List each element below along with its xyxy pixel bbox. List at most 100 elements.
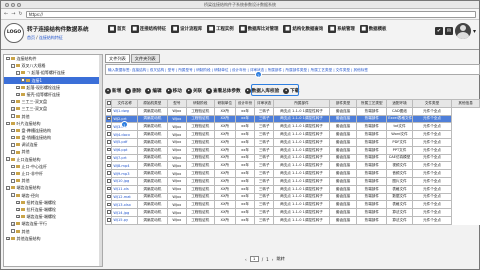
expand-icon[interactable]: + [16, 85, 20, 90]
expand-icon[interactable]: + [11, 222, 15, 226]
nav-item[interactable]: ■ 系统管理 [327, 25, 356, 33]
tree-item[interactable]: - 双叉八大规格 [4, 62, 102, 69]
row-checkbox[interactable] [107, 155, 111, 160]
collapse-icon[interactable]: - [6, 121, 10, 126]
column-header[interactable]: 部件类型 [328, 99, 358, 108]
table-row[interactable]: WJ15.py 涡扇发动机 WJxx 工程验证机 XX所 xx年 三转子 两支点 1-1-0 … [104, 215, 480, 225]
tree-item[interactable]: - 端齿连接结构 [4, 184, 102, 191]
pager-go[interactable]: 跳转 [276, 256, 284, 262]
table-row[interactable]: WJ13.xlsx 涡扇发动机 WJxx 工程验证机 XX所 xx年 三转子 两支点 1-1-… [104, 200, 480, 210]
column-header[interactable]: 文件名称 [111, 99, 138, 108]
file-name-link[interactable]: WJ8.mp4 [111, 161, 138, 171]
tree-item[interactable]: + 拉杆连接-端螺栓 [4, 206, 102, 213]
column-header[interactable]: 原始机类型 [136, 99, 168, 108]
toolbar-button[interactable]: • 查看总体参数 [206, 87, 241, 94]
pager-prev[interactable]: ‹ [245, 257, 247, 262]
refresh-icon[interactable]: ↻ [18, 11, 22, 17]
leaf-icon[interactable] [11, 229, 15, 233]
row-checkbox[interactable] [107, 210, 111, 214]
column-header[interactable]: 适配环境 [386, 99, 413, 108]
column-header[interactable]: 研制阶段 [185, 99, 215, 108]
column-header[interactable]: 型号 [166, 99, 187, 108]
column-header[interactable]: 其他信息 [451, 99, 480, 108]
file-name-link[interactable]: WJ15.py [111, 215, 138, 225]
column-header[interactable]: 所属部件 [273, 99, 330, 108]
url-input[interactable]: https:// [25, 10, 476, 18]
collapse-icon[interactable]: - [6, 157, 10, 161]
min-dot[interactable] [11, 3, 15, 7]
tree-item[interactable]: - 止口连接结构 [4, 156, 102, 163]
table-row[interactable]: WJ9.mp3 涡扇发动机 WJxx 工程验证机 XX所 xx年 三转子 两支点 1-1-0 … [104, 169, 480, 178]
chevron-down-icon[interactable]: ▾ [473, 28, 476, 35]
leaf-icon[interactable] [11, 164, 15, 169]
tree-item[interactable]: - ㄱ 起落-组等螺杆连接 [4, 69, 102, 76]
column-header[interactable]: 研制单位 [213, 99, 236, 108]
file-name-link[interactable]: WJ5.pdf [111, 137, 138, 147]
collapse-icon[interactable]: - [11, 193, 15, 197]
row-checkbox[interactable] [107, 186, 111, 191]
tab-1[interactable]: 文件夹列表 [130, 54, 160, 63]
expand-icon[interactable]: + [11, 99, 15, 104]
table-row[interactable]: WJ12.mat 涡扇发动机 WJxx 工程验证机 XX所 xx年 三转子 两支点 1-1-0… [104, 192, 480, 202]
file-name-link[interactable]: WJ14.jpg [111, 208, 138, 217]
table-row[interactable]: WJ10.jpg 涡扇发动机 WJxx 工程验证机 XX所 xx年 三转子 两支点 1-1-0… [104, 176, 480, 186]
tree-item[interactable]: 其他 [4, 177, 102, 184]
row-checkbox[interactable] [107, 116, 111, 121]
tree-item[interactable]: + 接壳-组等螺杆连接 [4, 91, 102, 98]
tree-item[interactable]: - 连接结构件 [4, 55, 102, 62]
file-name-link[interactable]: WJ1.dwg [111, 106, 138, 116]
collapse-icon[interactable]: - [6, 186, 10, 190]
expand-icon[interactable]: + [16, 214, 20, 219]
table-row[interactable]: WJ3.txt 涡扇发动机 WJxx 工程验证机 XX所 xx年 三转子 两支点 1-1-0 … [104, 122, 480, 132]
nav-item[interactable]: ■ 结构化数据查询 [282, 25, 324, 33]
expand-icon[interactable]: + [16, 200, 20, 205]
breadcrumb-current[interactable]: 连接结构特征 [39, 35, 63, 40]
page-input[interactable] [249, 256, 259, 262]
row-checkbox[interactable] [107, 132, 111, 136]
tree-item[interactable]: + 三工三-双叉盘 [4, 98, 102, 105]
file-name-link[interactable]: WJ6.ppt [111, 145, 138, 155]
tree-item[interactable]: 其他 [4, 113, 102, 120]
toolbar-button[interactable]: • 编辑 [145, 87, 162, 94]
tree-item[interactable]: + 三工三-双叉盘 [4, 105, 102, 112]
tree-item[interactable]: + 起落-现形螺栓连接 [4, 84, 102, 91]
back-icon[interactable]: ← [4, 11, 8, 17]
toolbar-button[interactable]: • 移动 [165, 87, 182, 94]
collapse-icon[interactable]: - [6, 56, 10, 61]
table-row[interactable]: WJ2.prt 涡扇发动机 WJxx 工程验证机 XX所 xx年 三转子 两支点 1-1-0 … [104, 114, 480, 124]
table-row[interactable]: WJ11.xls 涡扇发动机 WJxx 工程验证机 XX所 xx年 三转子 两支点 1-1-0… [104, 184, 480, 194]
leaf-icon[interactable] [11, 171, 15, 176]
nav-item[interactable]: ■ 首页 [107, 25, 127, 33]
tree-item[interactable]: 其他 [4, 228, 102, 235]
file-name-link[interactable]: WJ12.mat [111, 192, 138, 202]
row-checkbox[interactable] [107, 171, 111, 175]
toolbar-button[interactable]: • 新增 [105, 87, 121, 94]
file-name-link[interactable]: WJ13.xlsx [111, 200, 138, 210]
table-row[interactable]: WJ1.dwg 涡扇发动机 WJxx 工程验证机 XX所 xx年 三转子 两支点 1-1-0 … [104, 106, 480, 116]
table-row[interactable]: WJ4.docx 涡扇发动机 WJxx 工程验证机 XX所 xx年 三转子 两支点 1-1-0… [104, 130, 480, 139]
file-name-link[interactable]: WJ9.mp3 [111, 169, 138, 178]
row-checkbox[interactable] [107, 202, 111, 206]
leaf-icon[interactable] [11, 143, 15, 147]
table-row[interactable]: WJ7.prt 涡扇发动机 WJxx 工程验证机 XX所 xx年 三转子 两支点 1-1-0 … [104, 153, 480, 163]
tree-item[interactable]: 其他 [4, 148, 102, 155]
tree-item[interactable]: + 端齿连接-平行 [4, 220, 102, 227]
file-name-link[interactable]: WJ7.prt [111, 153, 138, 163]
collapse-icon[interactable]: - [16, 71, 20, 75]
row-checkbox[interactable] [107, 147, 111, 152]
forward-icon[interactable]: → [11, 11, 15, 17]
checkbox[interactable] [107, 101, 111, 105]
tree-item[interactable]: + 端齿连接-端螺栓 [4, 213, 102, 220]
row-checkbox[interactable] [107, 194, 111, 199]
tree-item[interactable]: 盘-销槽连接结构 [4, 134, 102, 141]
breadcrumb-home[interactable]: 首页 [27, 35, 35, 40]
expand-icon[interactable]: + [6, 236, 10, 241]
sidebar-scrollbar[interactable] [99, 55, 102, 266]
tree-item[interactable]: - 端齿-径向 [4, 192, 102, 199]
filter-bar[interactable]: 输入数据标签: 连接结构 | 双叉结构 | 型号 | 所属型号 | 研制阶段 |… [105, 64, 480, 75]
tree-item[interactable]: 止口-非中杆 [4, 170, 102, 177]
table-row[interactable]: WJ5.pdf 涡扇发动机 WJxx 工程验证机 XX所 xx年 三转子 两支点 1-1-0 … [104, 137, 480, 147]
leaf-icon[interactable] [11, 179, 15, 183]
tree-item[interactable]: + 其他连接结构 [4, 235, 102, 242]
table-row[interactable]: WJ14.jpg 涡扇发动机 WJxx 工程验证机 XX所 xx年 三转子 两支点 1-1-0… [104, 208, 480, 217]
